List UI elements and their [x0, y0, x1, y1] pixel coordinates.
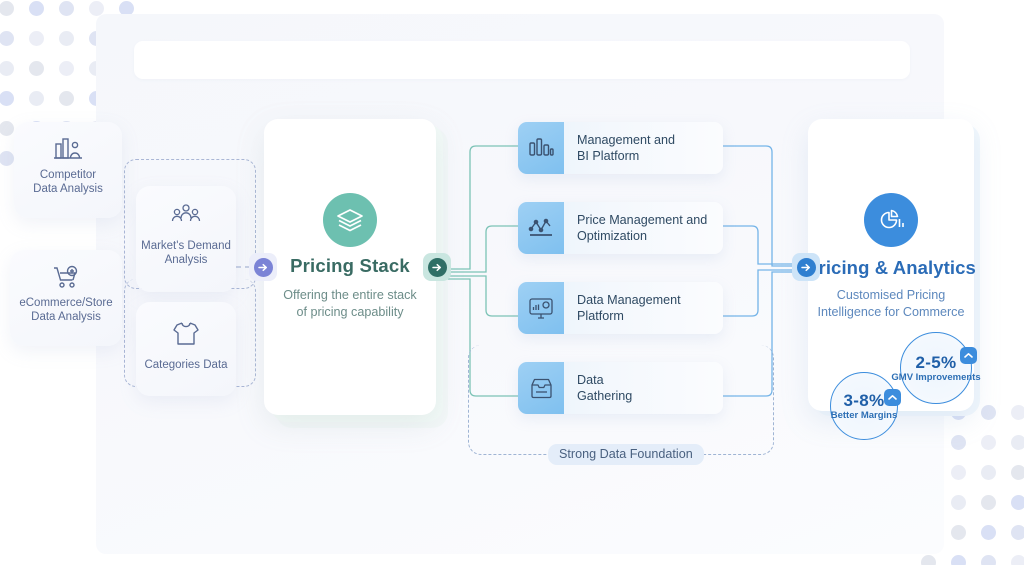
pie-bar-chart-icon [864, 193, 918, 247]
feature-label-line2: Optimization [577, 229, 647, 243]
source-card-label-line1: Categories Data [136, 358, 236, 373]
feature-label-line1: Management and [577, 133, 675, 147]
source-card-label-line1: Market's Demand [136, 239, 236, 254]
layers-stack-icon-wrap [264, 193, 436, 247]
inbox-tray-icon [518, 362, 564, 414]
arrow-connector-stack-to-features[interactable] [423, 253, 451, 281]
strong-data-foundation-label: Strong Data Foundation [548, 444, 704, 465]
line-chart-icon [518, 202, 564, 254]
t-shirt-icon [136, 320, 236, 348]
source-card-categories[interactable]: Categories Data [136, 302, 236, 396]
stat-caption: Better Margins [831, 410, 898, 421]
pricing-analytics-title: Pricing & Analytics [798, 257, 984, 279]
feature-card-price-management[interactable]: Price Management and Optimization [518, 202, 723, 254]
feature-label-line2: Gathering [577, 389, 632, 403]
stat-value: 3-8% [844, 391, 885, 411]
pricing-analytics-subtitle-line2: Intelligence for Commerce [818, 305, 965, 319]
pricing-stack-subtitle-line2: of pricing capability [296, 305, 403, 319]
source-card-market-demand[interactable]: Market's Demand Analysis [136, 186, 236, 292]
people-group-icon [136, 202, 236, 228]
feature-card-label: Data Management Platform [564, 292, 681, 324]
shopping-cart-plus-icon [10, 264, 122, 290]
feature-card-label: Price Management and Optimization [564, 212, 707, 244]
feature-card-data-gathering[interactable]: Data Gathering [518, 362, 723, 414]
pricing-stack-subtitle: Offering the entire stack of pricing cap… [274, 287, 426, 321]
source-card-label-line2: Analysis [136, 253, 236, 268]
chevron-up-icon [960, 347, 977, 364]
arrow-right-icon [254, 258, 273, 277]
arrow-connector-sources-to-stack[interactable] [249, 253, 277, 281]
feature-card-data-management[interactable]: Data Management Platform [518, 282, 723, 334]
pricing-stack-card[interactable]: Pricing Stack Offering the entire stack … [264, 119, 436, 415]
stat-value: 2-5% [916, 353, 957, 373]
feature-card-management-bi[interactable]: Management and BI Platform [518, 122, 723, 174]
arrow-connector-features-to-analytics[interactable] [792, 253, 820, 281]
feature-label-line2: Platform [577, 309, 624, 323]
stat-caption: GMV Improvements [891, 372, 980, 383]
diagram-canvas: Competitor Data Analysis eCommerce/Store… [0, 0, 1024, 565]
bar-chart-person-icon [14, 136, 122, 162]
feature-card-label: Data Gathering [564, 372, 632, 404]
layers-stack-icon [323, 193, 377, 247]
stat-badge-margins: 3-8% Better Margins [830, 372, 898, 440]
feature-card-label: Management and BI Platform [564, 132, 675, 164]
stat-badge-gmv: 2-5% GMV Improvements [900, 332, 972, 404]
bar-chart-icon [518, 122, 564, 174]
source-card-label-line2: Data Analysis [14, 182, 122, 197]
feature-label-line1: Price Management and [577, 213, 707, 227]
source-card-label-line1: Competitor [14, 168, 122, 183]
source-card-competitor[interactable]: Competitor Data Analysis [14, 122, 122, 218]
pricing-stack-subtitle-line1: Offering the entire stack [283, 288, 416, 302]
source-card-label-line2: Data Analysis [10, 310, 122, 325]
source-card-ecommerce[interactable]: eCommerce/Store Data Analysis [10, 250, 122, 346]
feature-label-line1: Data [577, 373, 604, 387]
feature-label-line1: Data Management [577, 293, 681, 307]
chevron-up-icon [884, 389, 901, 406]
arrow-right-icon [797, 258, 816, 277]
pricing-stack-title: Pricing Stack [264, 255, 436, 277]
pricing-analytics-subtitle-line1: Customised Pricing [837, 288, 946, 302]
arrow-right-icon [428, 258, 447, 277]
monitor-analytics-icon [518, 282, 564, 334]
pie-bar-chart-icon-wrap [808, 193, 974, 247]
pricing-analytics-subtitle: Customised Pricing Intelligence for Comm… [802, 287, 980, 321]
source-card-label-line1: eCommerce/Store [10, 296, 122, 311]
feature-label-line2: BI Platform [577, 149, 639, 163]
